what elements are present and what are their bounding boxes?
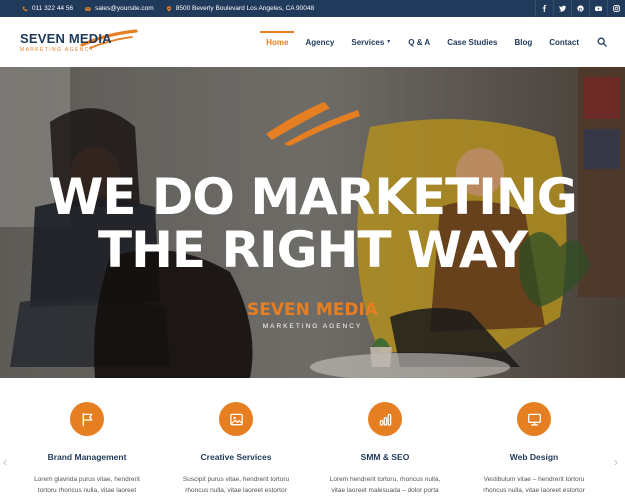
social-links: p [535,0,625,17]
nav-qa[interactable]: Q & A [408,17,430,67]
chevron-left-icon[interactable]: ‹ [3,455,7,469]
service-description: Suscipit purus vitae, hendrerit tortoru … [171,474,301,496]
chart-icon [368,402,402,436]
twitter-icon[interactable] [553,0,571,17]
envelope-icon [85,6,91,11]
hero-headline-line2: THE RIGHT WAY [97,221,528,279]
phone-info[interactable]: 011 322 44 56 [22,5,73,12]
search-icon[interactable] [597,37,607,47]
logo-subtitle: MARKETING AGENCY [20,47,95,53]
hero-section: WE DO MARKETING THE RIGHT WAY SEVEN MEDI… [0,67,625,378]
service-desc-line: rhoncus nulla, vitae laoreet estortor [185,487,287,494]
service-smm-seo[interactable]: SMM & SEO Lorem hendrerit tortoru, rhonc… [320,378,450,500]
monitor-icon [517,402,551,436]
service-title: SMM & SEO [360,452,410,462]
phone-icon [22,6,28,11]
nav-case-studies-label: Case Studies [447,37,498,47]
service-desc-line: rhoncus nulla, vitae laoreet estortor [483,487,585,494]
nav-home[interactable]: Home [260,17,295,67]
service-title: Creative Services [200,452,272,462]
main-nav: Home Agency Services ▼ Q & A Case Studies… [249,17,607,67]
image-icon [219,402,253,436]
map-pin-icon [166,5,171,12]
email-address: sales@yoursite.com [95,5,154,12]
address-text: 8500 Beverly Boulevard Los Angeles, CA 9… [175,5,315,12]
chevron-right-icon[interactable]: › [614,455,618,469]
nav-services[interactable]: Services ▼ [351,17,391,67]
site-header: SEVEN MEDIA MARKETING AGENCY Home Agency… [0,17,625,67]
service-brand-management[interactable]: Brand Management Lorem glavrida purus vi… [22,378,152,500]
hero-headline-line1: WE DO MARKETING [48,168,578,226]
nav-contact-label: Contact [549,37,579,47]
service-title: Web Design [509,452,559,462]
service-desc-line: Lorem hendrerit tortoru, rhoncus nulla, [329,476,441,483]
top-bar: 011 322 44 56 sales@yoursite.com 8500 Be… [0,0,625,17]
facebook-icon[interactable] [535,0,553,17]
service-desc-line: Vestibulum vitae – hendrerit tortoru [483,476,585,483]
phone-number: 011 322 44 56 [32,5,74,12]
service-title: Brand Management [47,452,127,462]
service-description: Lorem glavrida purus vitae, hendrerit to… [22,474,152,496]
nav-agency[interactable]: Agency [305,17,334,67]
nav-contact[interactable]: Contact [549,17,579,67]
service-creative-services[interactable]: Creative Services Suscipit purus vitae, … [171,378,301,500]
contact-info: 011 322 44 56 sales@yoursite.com 8500 Be… [22,5,326,12]
nav-qa-label: Q & A [408,37,431,47]
email-info[interactable]: sales@yoursite.com [85,5,154,12]
nav-home-label: Home [266,37,289,47]
nav-agency-label: Agency [305,37,335,47]
service-desc-line: Suscipit purus vitae, hendrerit tortoru [182,476,290,483]
instagram-icon[interactable] [607,0,625,17]
service-desc-line: vitae laoreet malesuada – dolor porta [331,487,439,494]
service-desc-line: Lorem glavrida purus vitae, hendrerit [34,476,140,483]
logo-title: SEVEN MEDIA [20,31,112,46]
svg-text:p: p [579,7,582,12]
hero-brand-name: SEVEN MEDIA [247,300,378,320]
nav-blog-label: Blog [514,37,533,47]
flag-icon [70,402,104,436]
address-info: 8500 Beverly Boulevard Los Angeles, CA 9… [166,5,314,12]
logo[interactable]: SEVEN MEDIA MARKETING AGENCY [20,28,138,58]
services-section: Brand Management Lorem glavrida purus vi… [0,378,625,500]
hero-tagline: MARKETING AGENCY [262,323,363,330]
pinterest-icon[interactable]: p [571,0,589,17]
service-description: Vestibulum vitae – hendrerit tortoru rho… [469,474,599,496]
service-description: Lorem hendrerit tortoru, rhoncus nulla, … [320,474,450,496]
brush-stroke-graphic [266,102,360,146]
youtube-icon[interactable] [589,0,607,17]
service-desc-line: tortoru rhoncus nulla, vitae laoreet [37,487,137,494]
service-web-design[interactable]: Web Design Vestibulum vitae – hendrerit … [469,378,599,500]
chevron-down-icon: ▼ [386,39,392,45]
nav-services-label: Services [351,37,385,47]
nav-blog[interactable]: Blog [514,17,532,67]
nav-case-studies[interactable]: Case Studies [447,17,497,67]
